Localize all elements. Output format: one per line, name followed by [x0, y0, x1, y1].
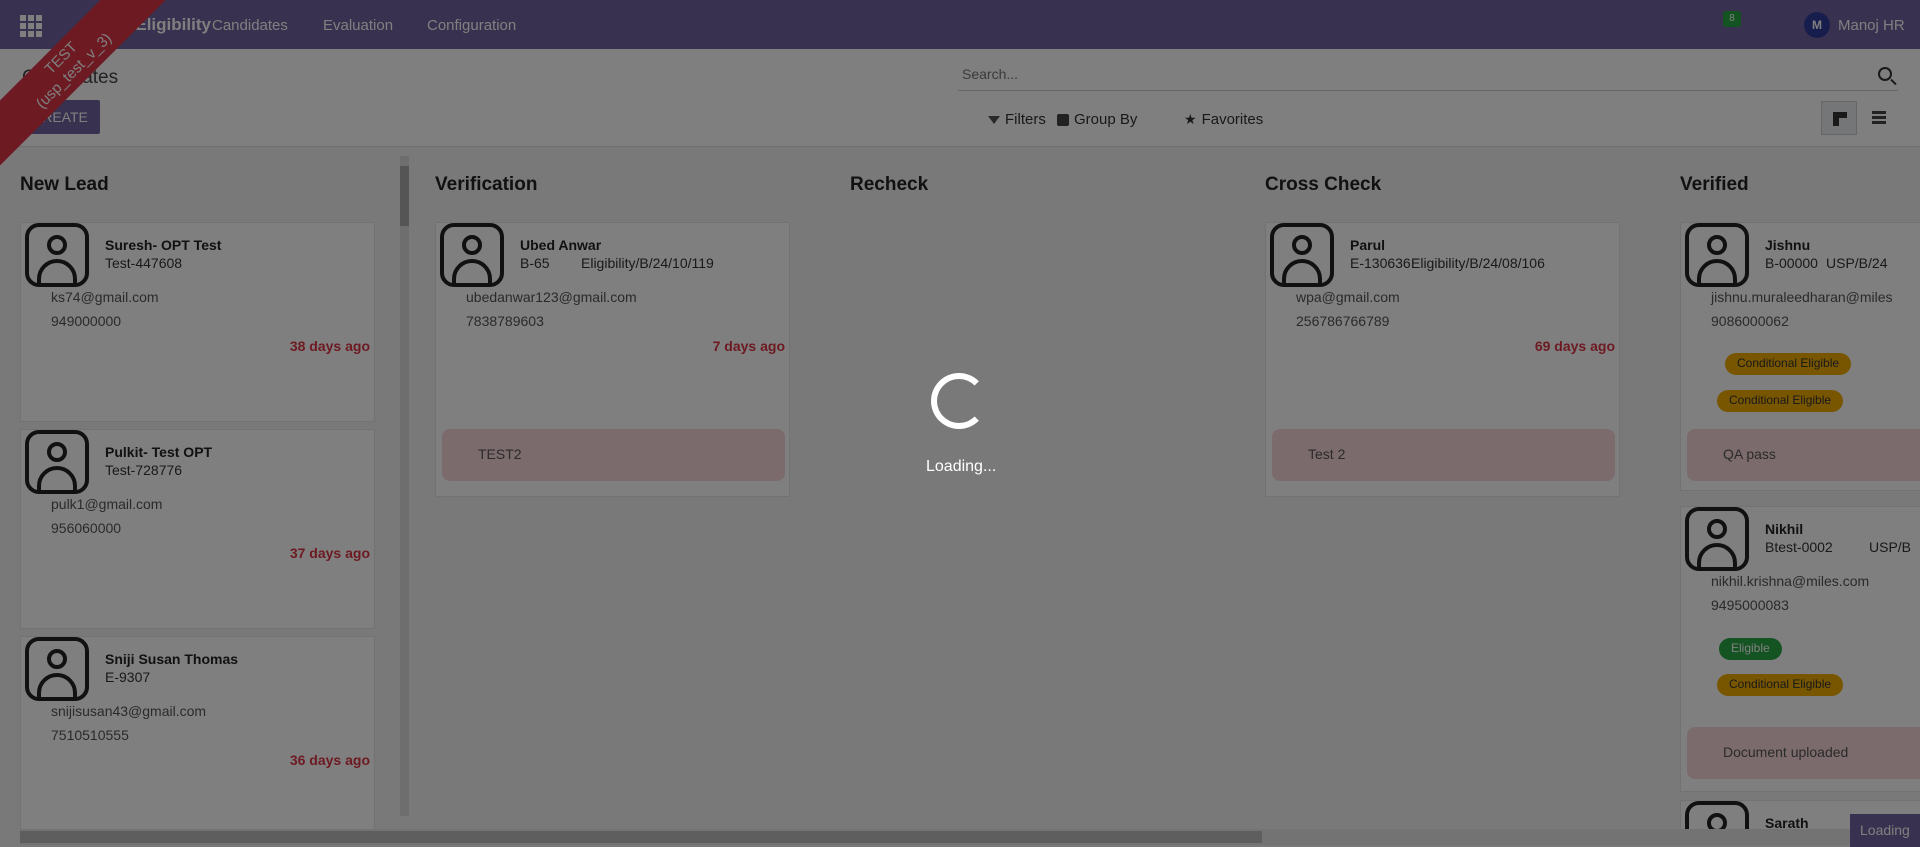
loading-text: Loading...: [926, 458, 997, 475]
spinner-icon: [931, 373, 987, 429]
